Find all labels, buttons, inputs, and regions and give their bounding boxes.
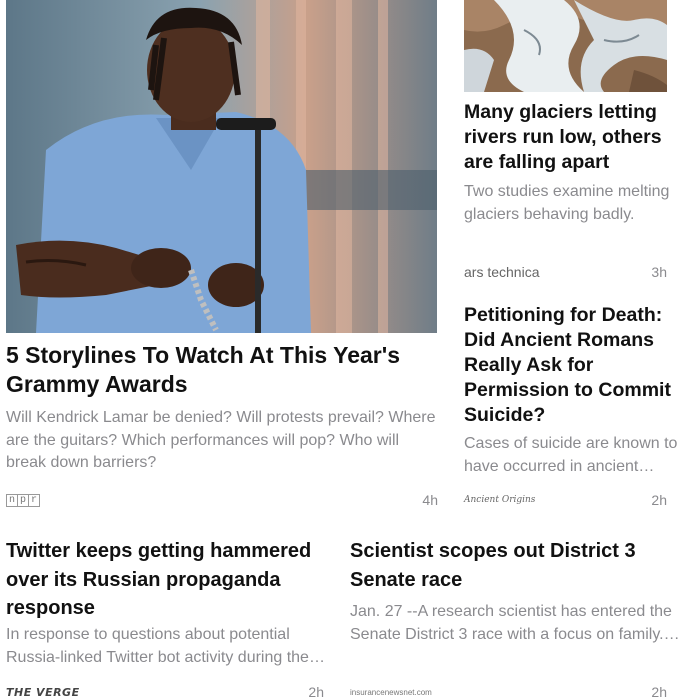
source-logo-ancient-origins: Ancient Origins: [464, 495, 536, 505]
source-logo-letter: p: [18, 494, 30, 506]
article-title[interactable]: Scientist scopes out District 3 Senate r…: [350, 537, 680, 594]
article-time: 2h: [308, 684, 324, 700]
article-summary: Jan. 27 --A research scientist has enter…: [350, 603, 672, 643]
article-image-singer[interactable]: [6, 0, 437, 333]
article-time: 2h: [651, 492, 667, 508]
article-summary: Cases of suicide are known to have occur…: [464, 435, 678, 475]
article-meta: Ancient Origins 2h: [464, 492, 667, 508]
source-logo-npr: n p r: [6, 493, 41, 507]
article-time: 2h: [651, 684, 667, 700]
source-logo-insurancenewsnet: insurancenewsnet.com: [350, 687, 432, 697]
article-summary: Two studies examine melting glaciers beh…: [464, 183, 670, 223]
source-logo-the-verge: THE VERGE: [6, 685, 80, 699]
article-time: 3h: [651, 264, 667, 280]
article-meta: insurancenewsnet.com 2h: [350, 684, 667, 700]
article-title[interactable]: Petitioning for Death: Did Ancient Roman…: [464, 303, 674, 428]
source-name: ars technica: [464, 264, 540, 280]
article-title[interactable]: Twitter keeps getting hammered over its …: [6, 537, 326, 623]
article-image-glacier[interactable]: [464, 0, 667, 92]
source-logo-letter: r: [31, 494, 38, 506]
article-meta: THE VERGE 2h: [6, 684, 324, 700]
source-logo-letter: n: [7, 494, 19, 506]
article-meta: ars technica 3h: [464, 264, 667, 280]
article-summary: Will Kendrick Lamar be denied? Will prot…: [6, 409, 436, 471]
article-title[interactable]: 5 Storylines To Watch At This Year's Gra…: [6, 341, 436, 399]
article-title[interactable]: Many glaciers letting rivers run low, ot…: [464, 100, 674, 175]
article-meta: n p r 4h: [6, 492, 438, 508]
singer-photo: [6, 0, 437, 333]
glacier-photo: [464, 0, 667, 92]
article-time: 4h: [422, 492, 438, 508]
article-summary: In response to questions about potential…: [6, 626, 309, 666]
